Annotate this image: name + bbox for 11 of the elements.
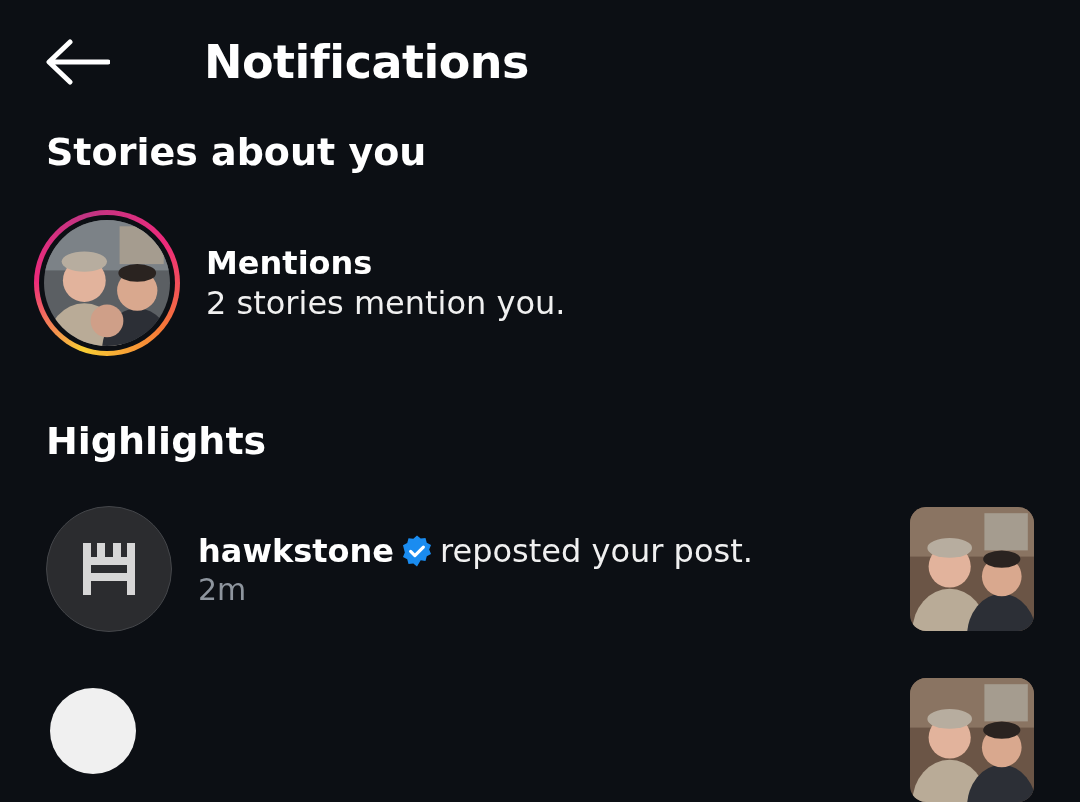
section-title: Stories about you [45, 129, 428, 176]
back-button[interactable] [46, 38, 110, 86]
logo-icon [83, 541, 135, 597]
notification-text: 2 stories mention you. [206, 284, 567, 322]
back-arrow-icon [46, 39, 110, 85]
page-title: Notifications [204, 35, 529, 89]
notification-text: reposted your post. [440, 531, 753, 570]
username[interactable]: hawkstone [198, 531, 395, 570]
notification-title: Mentions [206, 244, 374, 282]
timestamp: 2m [198, 571, 248, 607]
section-title: Highlights [45, 418, 268, 465]
